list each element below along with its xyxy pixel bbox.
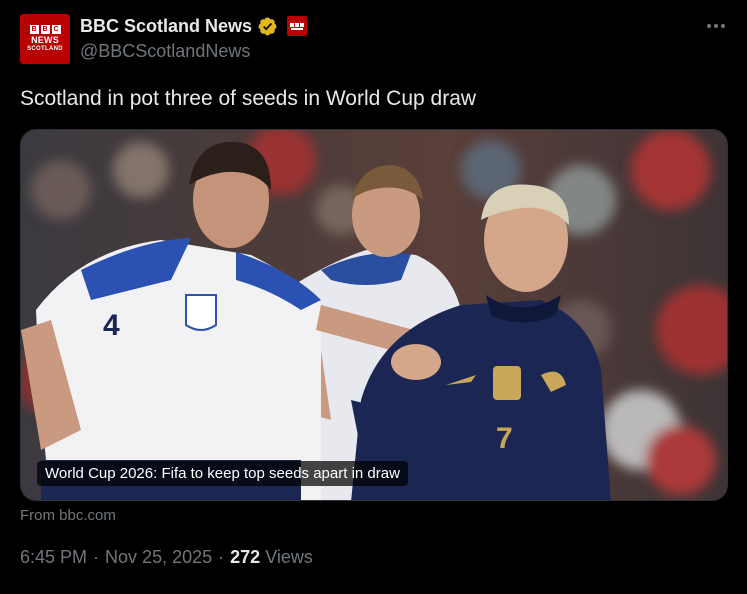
card-source[interactable]: From bbc.com <box>20 507 116 524</box>
france-shirt-number: 7 <box>496 422 513 455</box>
avatar-news-label: NEWS <box>31 35 59 45</box>
author-name-row: BBC Scotland News <box>80 15 308 37</box>
tweet-time[interactable]: 6:45 PM <box>20 547 87 568</box>
tweet-text: Scotland in pot three of seeds in World … <box>20 87 477 110</box>
bbc-block-c: C <box>51 25 61 34</box>
meta-separator: · <box>93 547 100 567</box>
display-name[interactable]: BBC Scotland News <box>80 16 252 37</box>
bbc-logo: B B C <box>29 25 61 34</box>
meta-separator-2: · <box>218 547 225 567</box>
football-photo: 4 7 <box>21 130 727 500</box>
avatar[interactable]: B B C NEWS SCOTLAND <box>20 14 70 64</box>
tweet-meta: 6:45 PM · Nov 25, 2025 · 272 Views <box>20 547 313 568</box>
views-count: 272 <box>230 547 261 567</box>
views-label: Views <box>265 547 313 567</box>
handle[interactable]: @BBCScotlandNews <box>80 41 250 62</box>
card-caption[interactable]: World Cup 2026: Fifa to keep top seeds a… <box>37 461 408 486</box>
more-options-icon[interactable] <box>700 14 732 38</box>
affiliation-badge-icon[interactable] <box>287 16 308 36</box>
england-shirt-number: 4 <box>103 309 120 342</box>
avatar-scotland-label: SCOTLAND <box>27 46 63 52</box>
link-card-image[interactable]: 4 7 World Cup 2026: Fifa to keep top see… <box>20 129 728 501</box>
bbc-block-b1: B <box>29 25 39 34</box>
tweet-date[interactable]: Nov 25, 2025 <box>105 547 212 568</box>
bbc-block-b2: B <box>40 25 50 34</box>
verified-icon[interactable] <box>257 16 278 37</box>
